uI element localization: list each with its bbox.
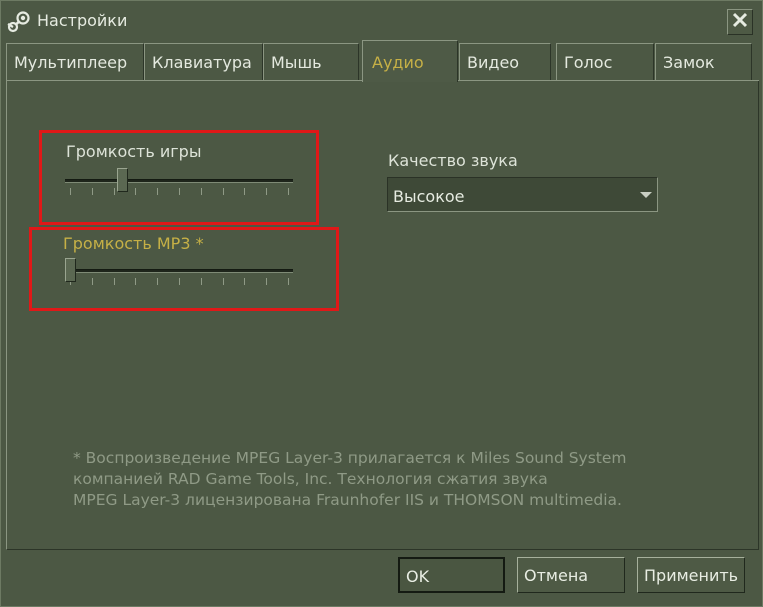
mp3-license-note: * Воспроизведение MPEG Layer-3 прилагает… — [73, 448, 673, 511]
ok-button[interactable]: OK — [398, 557, 505, 593]
slider-tick — [135, 188, 137, 195]
close-button[interactable] — [727, 9, 753, 35]
slider-tick — [266, 188, 268, 195]
slider-tick — [113, 188, 115, 195]
sound-quality-value: Высокое — [393, 187, 465, 206]
slider-tick — [288, 278, 289, 285]
panel-divider — [458, 80, 759, 81]
tab-multiplayer[interactable]: Мультиплеер — [6, 43, 144, 81]
note-line: компанией RAD Game Tools, Inc. Технологи… — [73, 470, 548, 488]
slider-tick — [222, 278, 224, 285]
tab-audio[interactable]: Аудио — [362, 40, 458, 82]
apply-button[interactable]: Применить — [637, 557, 745, 593]
cancel-button[interactable]: Отмена — [517, 557, 625, 593]
title-bar[interactable]: Настройки — [1, 1, 763, 41]
slider-tick — [200, 188, 202, 195]
sound-quality-dropdown[interactable]: Высокое — [387, 177, 658, 212]
slider-tick — [244, 188, 246, 195]
steam-logo-icon — [7, 11, 31, 33]
mp3-volume-label: Громкость MP3 * — [63, 234, 204, 253]
sound-quality-label: Качество звука — [388, 151, 518, 170]
slider-track[interactable] — [65, 179, 293, 183]
slider-tick — [70, 188, 71, 195]
slider-tick — [222, 188, 224, 195]
note-line: MPEG Layer-3 лицензирована Fraunhofer II… — [73, 491, 622, 509]
slider-tick — [113, 278, 115, 285]
slider-tick — [200, 278, 202, 285]
tab-voice[interactable]: Голос — [556, 43, 654, 81]
tab-bar: Мультиплеер Клавиатура Мышь Аудио Видео … — [1, 40, 763, 82]
slider-tick — [179, 278, 180, 285]
window-title: Настройки — [37, 11, 128, 30]
slider-thumb[interactable] — [117, 168, 129, 192]
game-volume-label: Громкость игры — [66, 142, 202, 161]
close-icon — [731, 11, 749, 33]
slider-thumb[interactable] — [65, 258, 76, 282]
slider-tick — [91, 188, 93, 195]
panel-divider — [6, 80, 362, 81]
chevron-down-icon — [640, 192, 652, 198]
slider-tick — [157, 278, 159, 285]
slider-tick — [288, 188, 289, 195]
slider-tick — [91, 278, 93, 285]
slider-tick — [157, 188, 159, 195]
slider-tick — [244, 278, 246, 285]
slider-tick — [266, 278, 268, 285]
slider-tick — [135, 278, 137, 285]
settings-dialog: Настройки Мультиплеер Клавиатура Мышь Ау… — [0, 0, 763, 607]
tab-lock[interactable]: Замок — [655, 43, 752, 81]
slider-track[interactable] — [65, 269, 293, 273]
tab-video[interactable]: Видео — [459, 43, 551, 81]
tab-keyboard[interactable]: Клавиатура — [144, 43, 263, 81]
slider-tick — [179, 188, 180, 195]
tab-mouse[interactable]: Мышь — [263, 43, 359, 81]
note-line: * Воспроизведение MPEG Layer-3 прилагает… — [73, 449, 627, 467]
